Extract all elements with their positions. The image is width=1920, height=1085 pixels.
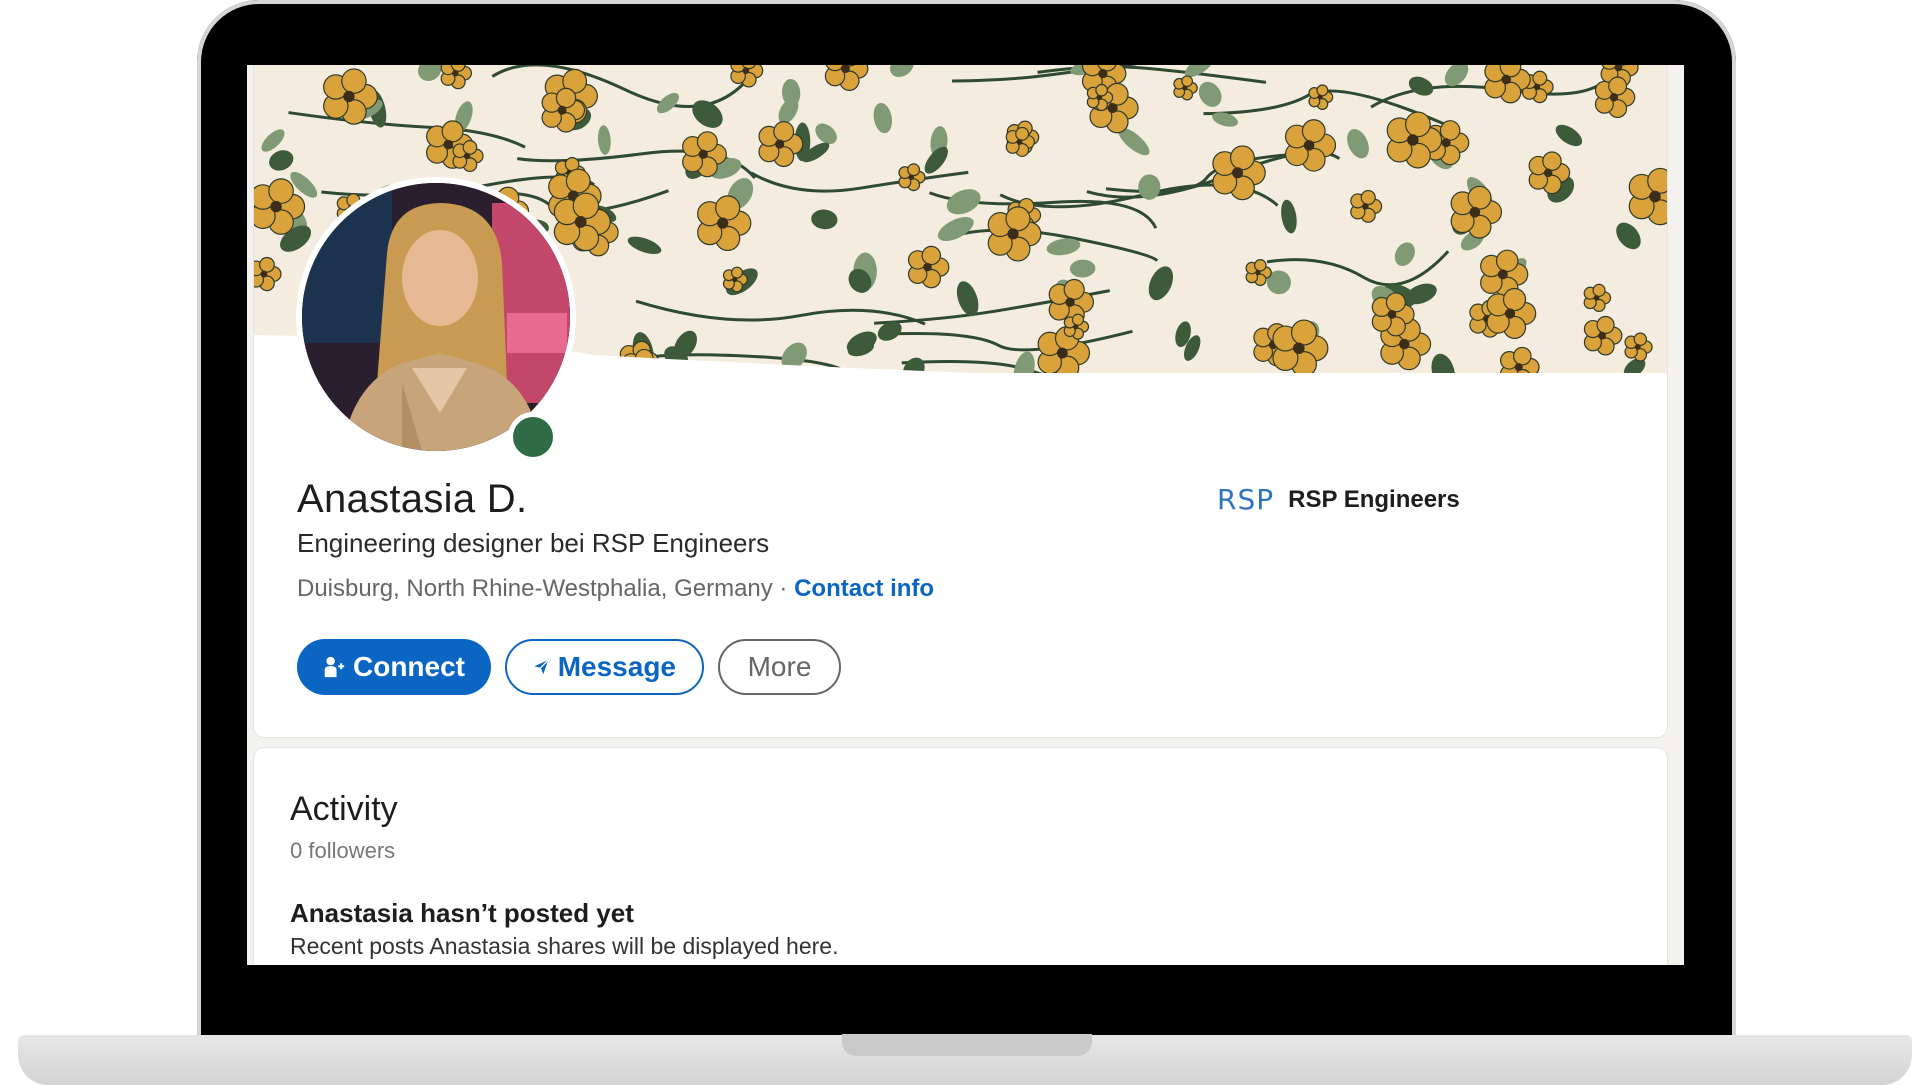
connect-label: Connect — [353, 651, 465, 683]
activity-card: Activity 0 followers Anastasia hasn’t po… — [254, 748, 1667, 965]
current-company[interactable]: RSP RSP Engineers — [1217, 483, 1460, 516]
laptop-notch — [842, 1034, 1092, 1056]
location-row: Duisburg, North Rhine-Westphalia, German… — [297, 575, 934, 603]
empty-posts-title: Anastasia hasn’t posted yet — [290, 898, 634, 929]
profile-headline: Engineering designer bei RSP Engineers — [297, 528, 769, 559]
profile-card: Anastasia D. Engineering designer bei RS… — [254, 65, 1667, 737]
profile-location: Duisburg, North Rhine-Westphalia, German… — [297, 575, 773, 602]
message-button[interactable]: Message — [505, 639, 704, 695]
company-name: RSP Engineers — [1288, 486, 1460, 514]
paper-plane-icon — [533, 654, 550, 680]
profile-name: Anastasia D. — [297, 477, 527, 522]
activity-title: Activity — [290, 790, 398, 829]
company-logo: RSP — [1217, 483, 1274, 516]
add-person-icon — [323, 654, 345, 680]
online-status-indicator — [508, 412, 558, 462]
followers-count: 0 followers — [290, 838, 395, 864]
connect-button[interactable]: Connect — [297, 639, 491, 695]
empty-posts-description: Recent posts Anastasia shares will be di… — [290, 933, 838, 960]
more-label: More — [748, 651, 812, 683]
message-label: Message — [558, 651, 676, 683]
separator-dot: · — [773, 575, 794, 602]
contact-info-link[interactable]: Contact info — [794, 575, 934, 602]
screen: Anastasia D. Engineering designer bei RS… — [247, 65, 1684, 965]
avatar-illustration — [302, 183, 570, 451]
more-button[interactable]: More — [718, 639, 841, 695]
profile-actions: Connect Message More — [297, 639, 841, 695]
